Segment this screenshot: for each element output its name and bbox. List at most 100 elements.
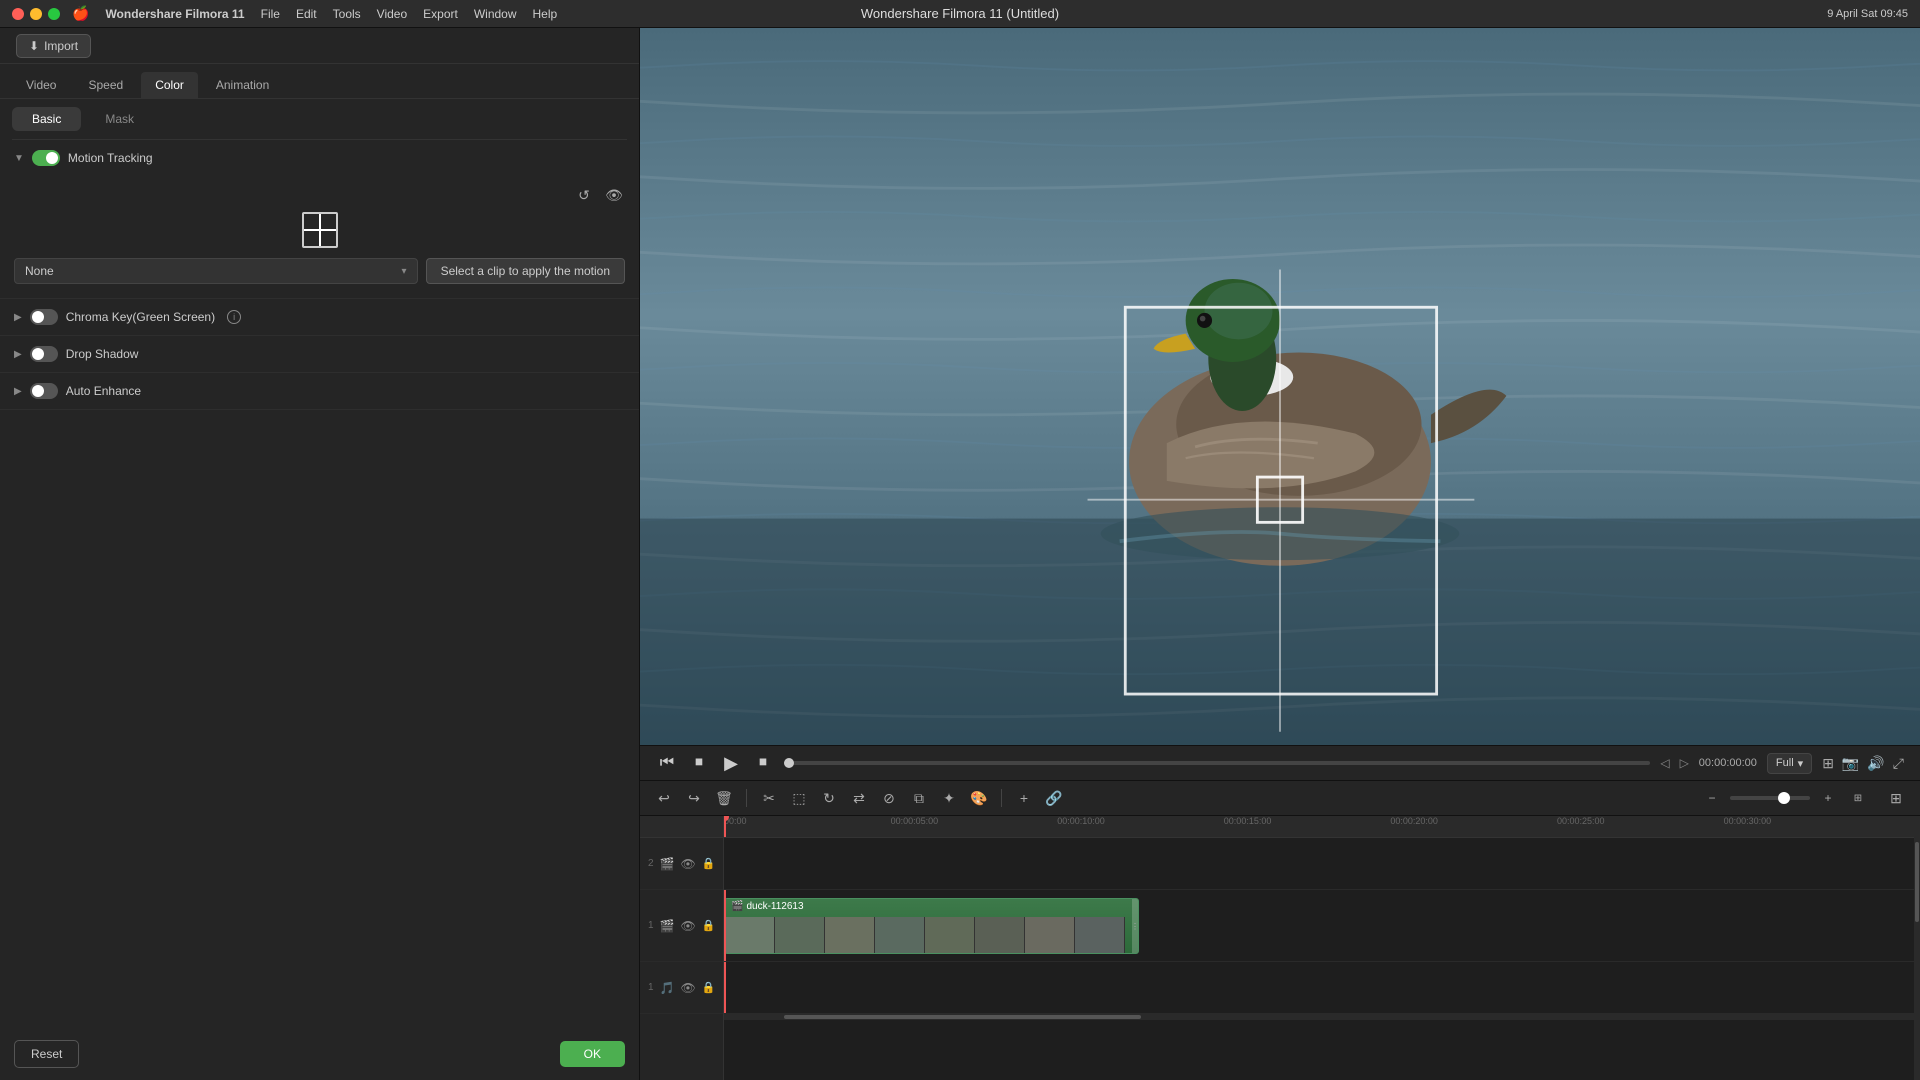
lock-icon-audio[interactable]: 🔒 xyxy=(702,981,716,994)
motion-select[interactable]: None ▾ xyxy=(14,258,418,284)
effects-button[interactable]: ✦ xyxy=(937,786,961,810)
import-button[interactable]: ⬇ Import xyxy=(16,34,91,58)
grid-button[interactable]: ⊞ xyxy=(1884,786,1908,810)
horizontal-scrollbar[interactable] xyxy=(724,1014,1914,1020)
menu-tools[interactable]: Tools xyxy=(333,7,361,21)
motion-tracking-content: ↺ 👁 None ▾ Select a clip to xyxy=(0,176,639,298)
zoom-slider[interactable] xyxy=(1730,796,1810,800)
thumb-8 xyxy=(1075,917,1125,953)
crop-timeline-button[interactable]: ⬚ xyxy=(787,786,811,810)
chroma-key-toggle[interactable] xyxy=(30,309,58,325)
close-btn[interactable] xyxy=(12,8,24,20)
panel-scroll-area[interactable]: ▼ Motion Tracking ↺ 👁 xyxy=(0,140,639,1028)
timeline-scroll-area[interactable]: 00:00 00:00:05:00 00:00:10:00 00:00:15:0… xyxy=(724,816,1914,1080)
quality-value: Full xyxy=(1776,757,1794,769)
tracking-box-area xyxy=(14,212,625,248)
next-frame-button[interactable]: ▷ xyxy=(1680,756,1689,770)
minimize-btn[interactable] xyxy=(30,8,42,20)
lock-icon-track2[interactable]: 🔒 xyxy=(702,857,716,870)
eye-icon-track1[interactable]: 👁 xyxy=(681,919,696,933)
eye-tracking-icon[interactable]: 👁 xyxy=(603,184,625,206)
tab-video[interactable]: Video xyxy=(12,72,70,98)
stop-button[interactable]: ⏹ xyxy=(752,752,774,774)
motion-tracking-header[interactable]: ▼ Motion Tracking xyxy=(0,140,639,176)
video-clip[interactable]: 🎬 duck-112613 xyxy=(724,898,1139,954)
vertical-scrollbar-thumb[interactable] xyxy=(1915,842,1919,921)
chevron-motion: ▼ xyxy=(14,153,24,164)
fullscreen-icon[interactable]: ⤢ xyxy=(1893,755,1904,772)
menu-help[interactable]: Help xyxy=(533,7,558,21)
sub-tab-basic[interactable]: Basic xyxy=(12,107,81,131)
track-row-2[interactable] xyxy=(724,838,1914,890)
sub-tab-mask[interactable]: Mask xyxy=(85,107,154,131)
motion-tracking-controls: ↺ 👁 xyxy=(14,184,625,206)
track-row-audio[interactable] xyxy=(724,962,1914,1014)
ruler-ts-6: 00:00:30:00 xyxy=(1724,816,1772,826)
tab-speed[interactable]: Speed xyxy=(74,72,137,98)
motion-tracking-title: Motion Tracking xyxy=(68,151,153,165)
ruler-ts-5: 00:00:25:00 xyxy=(1557,816,1605,826)
zoom-out-button[interactable]: − xyxy=(1700,786,1724,810)
toolbar-separator-1 xyxy=(746,789,747,807)
rotate-button[interactable]: ↻ xyxy=(817,786,841,810)
volume-icon[interactable]: 🔊 xyxy=(1867,755,1884,772)
quality-select[interactable]: Full ▾ xyxy=(1767,753,1812,774)
prev-frame-button[interactable]: ◁ xyxy=(1660,756,1669,770)
link-button[interactable]: 🔗 xyxy=(1042,786,1066,810)
clip-label: 🎬 duck-112613 xyxy=(731,901,804,912)
tab-color[interactable]: Color xyxy=(141,72,198,98)
traffic-lights[interactable] xyxy=(12,8,60,20)
ok-button[interactable]: OK xyxy=(560,1041,625,1067)
tab-animation[interactable]: Animation xyxy=(202,72,283,98)
drop-shadow-header[interactable]: ▶ Drop Shadow xyxy=(0,336,639,372)
chroma-key-header[interactable]: ▶ Chroma Key(Green Screen) i xyxy=(0,299,639,335)
auto-enhance-toggle[interactable] xyxy=(30,383,58,399)
add-track-button[interactable]: + xyxy=(1012,786,1036,810)
undo-button[interactable]: ↩ xyxy=(652,786,676,810)
split-button[interactable]: ⊘ xyxy=(877,786,901,810)
menu-window[interactable]: Window xyxy=(474,7,517,21)
reset-button[interactable]: Reset xyxy=(14,1040,79,1068)
redo-button[interactable]: ↪ xyxy=(682,786,706,810)
apply-motion-button[interactable]: Select a clip to apply the motion xyxy=(426,258,625,284)
flip-button[interactable]: ⇄ xyxy=(847,786,871,810)
ruler-ts-3: 00:00:15:00 xyxy=(1224,816,1272,826)
play-button[interactable]: ▶ xyxy=(720,752,742,774)
track-row-1[interactable]: 🎬 duck-112613 xyxy=(724,890,1914,962)
menu-file[interactable]: File xyxy=(261,7,280,21)
screenshot-icon[interactable]: 📷 xyxy=(1842,755,1859,772)
step-back-button[interactable]: ⏹ xyxy=(688,752,710,774)
rewind-button[interactable]: ⏮ xyxy=(656,752,678,774)
zoom-thumb xyxy=(1778,792,1790,804)
crop-icon[interactable]: ⊞ xyxy=(1822,755,1834,772)
main-tab-bar: Video Speed Color Animation xyxy=(0,64,639,99)
info-icon[interactable]: i xyxy=(227,310,241,324)
drop-shadow-toggle[interactable] xyxy=(30,346,58,362)
clip-right-handle[interactable]: ⋮ xyxy=(1132,899,1138,953)
vertical-scrollbar[interactable] xyxy=(1914,816,1920,1080)
delete-button[interactable]: 🗑 xyxy=(712,786,736,810)
eye-icon-audio[interactable]: 👁 xyxy=(681,981,696,995)
progress-bar[interactable] xyxy=(784,761,1650,765)
playback-right-icons: ⊞ 📷 🔊 ⤢ xyxy=(1822,755,1904,772)
maximize-btn[interactable] xyxy=(48,8,60,20)
zoom-in-button[interactable]: + xyxy=(1816,786,1840,810)
lock-icon-track1[interactable]: 🔒 xyxy=(702,919,716,932)
menu-export[interactable]: Export xyxy=(423,7,458,21)
ruler-labels: 00:00 00:00:05:00 00:00:10:00 00:00:15:0… xyxy=(724,816,1914,837)
menu-edit[interactable]: Edit xyxy=(296,7,317,21)
fit-button[interactable]: ⊞ xyxy=(1846,786,1870,810)
video-icon-track2: 🎬 xyxy=(660,857,675,871)
transition-button[interactable]: ⧉ xyxy=(907,786,931,810)
motion-tracking-toggle[interactable] xyxy=(32,150,60,166)
color-button[interactable]: 🎨 xyxy=(967,786,991,810)
thumb-3 xyxy=(825,917,875,953)
ruler-ts-4: 00:00:20:00 xyxy=(1390,816,1438,826)
cut-button[interactable]: ✂ xyxy=(757,786,781,810)
menu-video[interactable]: Video xyxy=(377,7,407,21)
scrollbar-thumb[interactable] xyxy=(784,1015,1141,1019)
auto-enhance-header[interactable]: ▶ Auto Enhance xyxy=(0,373,639,409)
refresh-icon[interactable]: ↺ xyxy=(573,184,595,206)
titlebar-right-icons: 9 April Sat 09:45 xyxy=(1827,8,1908,20)
eye-icon-track2[interactable]: 👁 xyxy=(681,857,696,871)
